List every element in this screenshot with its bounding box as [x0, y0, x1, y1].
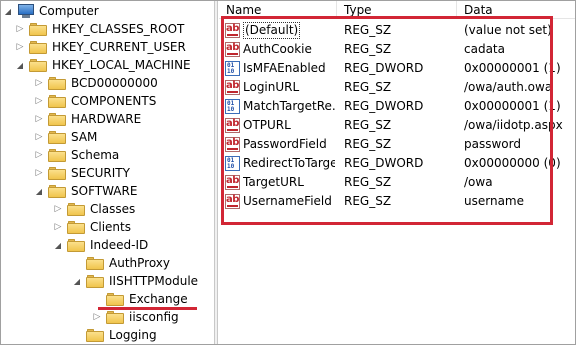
tree-node-label: SAM: [71, 130, 98, 144]
chevron-down-icon[interactable]: ◢: [53, 236, 63, 254]
tree-node-label: COMPONENTS: [71, 94, 157, 108]
chevron-right-icon[interactable]: ▷: [53, 218, 63, 236]
annotation-underline: [98, 307, 197, 310]
tree-node-label: IISHTTPModule: [109, 274, 199, 288]
registry-key-tree[interactable]: ◢ Computer ▷ HKEY_CLASSES_ROOT ▷ HKEY_CU…: [1, 1, 214, 344]
folder-icon: [106, 292, 124, 306]
folder-icon: [106, 310, 124, 324]
chevron-right-icon[interactable]: ▷: [34, 74, 44, 92]
tree-node-classes[interactable]: ▷ Classes: [53, 200, 135, 218]
chevron-right-icon[interactable]: ▷: [34, 146, 44, 164]
folder-icon: [86, 328, 104, 342]
tree-node-sam[interactable]: ▷ SAM: [34, 128, 97, 146]
tree-node-label: Schema: [71, 148, 120, 162]
tree-node-indeed-id[interactable]: ◢ Indeed-ID: [53, 236, 148, 254]
folder-icon: [29, 22, 47, 36]
folder-icon: [48, 130, 66, 144]
tree-node-exchange[interactable]: Exchange: [92, 290, 188, 308]
tree-node-hkey-current-user[interactable]: ▷ HKEY_CURRENT_USER: [15, 38, 186, 56]
tree-node-components[interactable]: ▷ COMPONENTS: [34, 92, 156, 110]
tree-node-security[interactable]: ▷ SECURITY: [34, 164, 130, 182]
tree-node-label: HKEY_LOCAL_MACHINE: [52, 58, 191, 72]
tree-node-label: HKEY_CLASSES_ROOT: [52, 22, 185, 36]
chevron-down-icon[interactable]: ◢: [72, 272, 82, 290]
tree-node-software[interactable]: ◢ SOFTWARE: [34, 182, 137, 200]
folder-icon: [67, 202, 85, 216]
tree-node-label: Indeed-ID: [90, 238, 149, 252]
computer-icon: [17, 3, 35, 19]
chevron-right-icon[interactable]: ▷: [34, 92, 44, 110]
tree-node-logging[interactable]: Logging: [72, 326, 157, 344]
chevron-right-icon[interactable]: ▷: [34, 110, 44, 128]
tree-node-label: BCD00000000: [71, 76, 158, 90]
tree-node-iisconfig[interactable]: ▷ iisconfig: [92, 308, 179, 326]
chevron-down-icon[interactable]: ◢: [3, 2, 13, 20]
tree-node-label: iisconfig: [129, 310, 179, 324]
tree-node-label: HARDWARE: [71, 112, 142, 126]
folder-open-icon: [67, 238, 85, 252]
folder-icon: [48, 112, 66, 126]
tree-node-label: Clients: [90, 220, 131, 234]
folder-icon: [29, 40, 47, 54]
tree-node-label: Logging: [109, 328, 157, 342]
tree-node-label: SOFTWARE: [71, 184, 138, 198]
chevron-right-icon[interactable]: ▷: [92, 308, 102, 326]
tree-node-iishttpmodule[interactable]: ◢ IISHTTPModule: [72, 272, 198, 290]
folder-icon: [86, 256, 104, 270]
chevron-right-icon[interactable]: ▷: [34, 164, 44, 182]
tree-node-label: Computer: [39, 4, 99, 18]
chevron-down-icon[interactable]: ◢: [15, 56, 25, 74]
tree-node-label: SECURITY: [71, 166, 130, 180]
tree-node-authproxy[interactable]: AuthProxy: [72, 254, 170, 272]
tree-node-label: Exchange: [129, 292, 188, 306]
folder-icon: [48, 76, 66, 90]
folder-icon: [48, 94, 66, 108]
folder-icon: [48, 166, 66, 180]
tree-node-hkey-classes-root[interactable]: ▷ HKEY_CLASSES_ROOT: [15, 20, 184, 38]
folder-icon: [67, 220, 85, 234]
pane-splitter[interactable]: [214, 1, 218, 344]
folder-open-icon: [48, 184, 66, 198]
tree-node-hardware[interactable]: ▷ HARDWARE: [34, 110, 141, 128]
tree-node-label: Classes: [90, 202, 136, 216]
tree-node-label: AuthProxy: [109, 256, 170, 270]
tree-node-label: HKEY_CURRENT_USER: [52, 40, 186, 54]
folder-open-icon: [29, 58, 47, 72]
chevron-right-icon[interactable]: ▷: [15, 38, 25, 56]
tree-node-computer[interactable]: ◢ Computer: [3, 2, 99, 20]
folder-open-icon: [86, 274, 104, 288]
chevron-right-icon[interactable]: ▷: [34, 128, 44, 146]
tree-node-hkey-local-machine[interactable]: ◢ HKEY_LOCAL_MACHINE: [15, 56, 191, 74]
chevron-down-icon[interactable]: ◢: [34, 182, 44, 200]
chevron-right-icon[interactable]: ▷: [53, 200, 63, 218]
tree-node-bcd00000000[interactable]: ▷ BCD00000000: [34, 74, 158, 92]
tree-node-schema[interactable]: ▷ Schema: [34, 146, 119, 164]
chevron-right-icon[interactable]: ▷: [15, 20, 25, 38]
folder-icon: [48, 148, 66, 162]
tree-node-clients[interactable]: ▷ Clients: [53, 218, 131, 236]
annotation-highlight-box: [221, 16, 553, 225]
